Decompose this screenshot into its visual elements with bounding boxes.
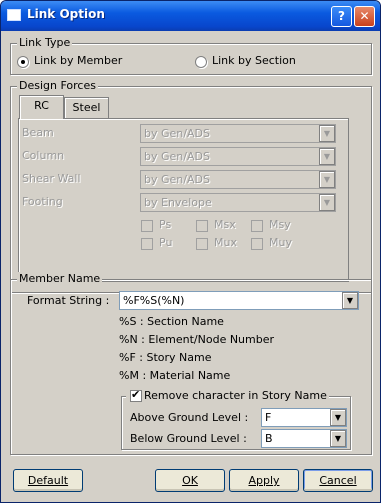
rc-tab-panel: Beam by Gen/ADS ▼ Column by Gen/ADS ▼ Sh… bbox=[18, 118, 349, 282]
dialog-body: Link Type Link by Member Link by Section… bbox=[4, 31, 377, 500]
tab-rc[interactable]: RC bbox=[19, 95, 64, 119]
link-by-member-label[interactable]: Link by Member bbox=[34, 54, 122, 67]
format-string-label: Format String : bbox=[27, 294, 110, 307]
footing-select[interactable]: by Envelope ▼ bbox=[140, 193, 336, 212]
design-forces-title: Design Forces bbox=[17, 79, 98, 93]
ps-label: Ps bbox=[159, 218, 172, 231]
remove-character-checkbox[interactable] bbox=[130, 388, 142, 402]
member-name-title: Member Name bbox=[17, 272, 103, 286]
msy-label: Msy bbox=[269, 218, 291, 231]
chevron-down-icon: ▼ bbox=[342, 292, 358, 309]
link-by-section-label[interactable]: Link by Section bbox=[212, 54, 296, 67]
below-ground-label: Below Ground Level : bbox=[130, 432, 247, 445]
beam-select[interactable]: by Gen/ADS ▼ bbox=[140, 124, 336, 143]
apply-button[interactable]: Apply bbox=[229, 469, 299, 492]
cancel-button[interactable]: Cancel bbox=[303, 469, 373, 492]
mux-label: Mux bbox=[214, 236, 237, 249]
msx-checkbox[interactable] bbox=[196, 220, 208, 232]
legend-material-name: %M : Material Name bbox=[119, 369, 231, 382]
chevron-down-icon: ▼ bbox=[319, 171, 335, 188]
chevron-down-icon: ▼ bbox=[319, 148, 335, 165]
msx-label: Msx bbox=[214, 218, 236, 231]
footing-label: Footing bbox=[22, 195, 63, 208]
tab-steel[interactable]: Steel bbox=[64, 97, 109, 119]
link-type-title: Link Type bbox=[17, 36, 73, 50]
link-option-dialog: Link Option ? ✕ Link Type Link by Member… bbox=[0, 0, 381, 503]
pu-label: Pu bbox=[159, 236, 173, 249]
link-by-section-radio[interactable] bbox=[195, 56, 207, 68]
ps-checkbox[interactable] bbox=[141, 220, 153, 232]
window-icon bbox=[7, 9, 21, 21]
link-type-group: Link Type Link by Member Link by Section bbox=[10, 36, 372, 75]
muy-label: Muy bbox=[269, 236, 292, 249]
chevron-down-icon: ▼ bbox=[330, 430, 346, 447]
remove-character-label[interactable]: Remove character in Story Name bbox=[126, 389, 329, 403]
member-name-group: Member Name Format String : %F%S(%N) ▼ %… bbox=[10, 272, 372, 455]
default-button[interactable]: Default bbox=[13, 469, 83, 492]
legend-section-name: %S : Section Name bbox=[119, 315, 224, 328]
pu-checkbox[interactable] bbox=[141, 238, 153, 250]
shear-wall-select[interactable]: by Gen/ADS ▼ bbox=[140, 170, 336, 189]
mux-checkbox[interactable] bbox=[196, 238, 208, 250]
remove-character-group: Remove character in Story Name Above Gro… bbox=[121, 388, 351, 450]
format-string-select[interactable]: %F%S(%N) ▼ bbox=[119, 291, 359, 310]
msy-checkbox[interactable] bbox=[251, 220, 263, 232]
above-ground-label: Above Ground Level : bbox=[130, 411, 249, 424]
title-bar[interactable]: Link Option ? ✕ bbox=[1, 1, 380, 31]
legend-story-name: %F : Story Name bbox=[119, 351, 212, 364]
chevron-down-icon: ▼ bbox=[330, 409, 346, 426]
help-button[interactable]: ? bbox=[331, 6, 352, 27]
legend-element-node-number: %N : Element/Node Number bbox=[119, 333, 275, 346]
ok-button[interactable]: OK bbox=[155, 469, 225, 492]
below-ground-select[interactable]: B ▼ bbox=[261, 429, 347, 448]
column-select[interactable]: by Gen/ADS ▼ bbox=[140, 147, 336, 166]
chevron-down-icon: ▼ bbox=[319, 125, 335, 142]
chevron-down-icon: ▼ bbox=[319, 194, 335, 211]
shear-wall-label: Shear Wall bbox=[22, 172, 81, 185]
above-ground-select[interactable]: F ▼ bbox=[261, 408, 347, 427]
muy-checkbox[interactable] bbox=[251, 238, 263, 250]
link-by-member-radio[interactable] bbox=[17, 56, 29, 68]
design-forces-group: Design Forces RC Steel Beam by Gen/ADS ▼… bbox=[10, 79, 372, 293]
column-label: Column bbox=[22, 149, 65, 162]
window-title: Link Option bbox=[27, 7, 105, 21]
close-button[interactable]: ✕ bbox=[354, 6, 375, 27]
beam-label: Beam bbox=[22, 126, 54, 139]
